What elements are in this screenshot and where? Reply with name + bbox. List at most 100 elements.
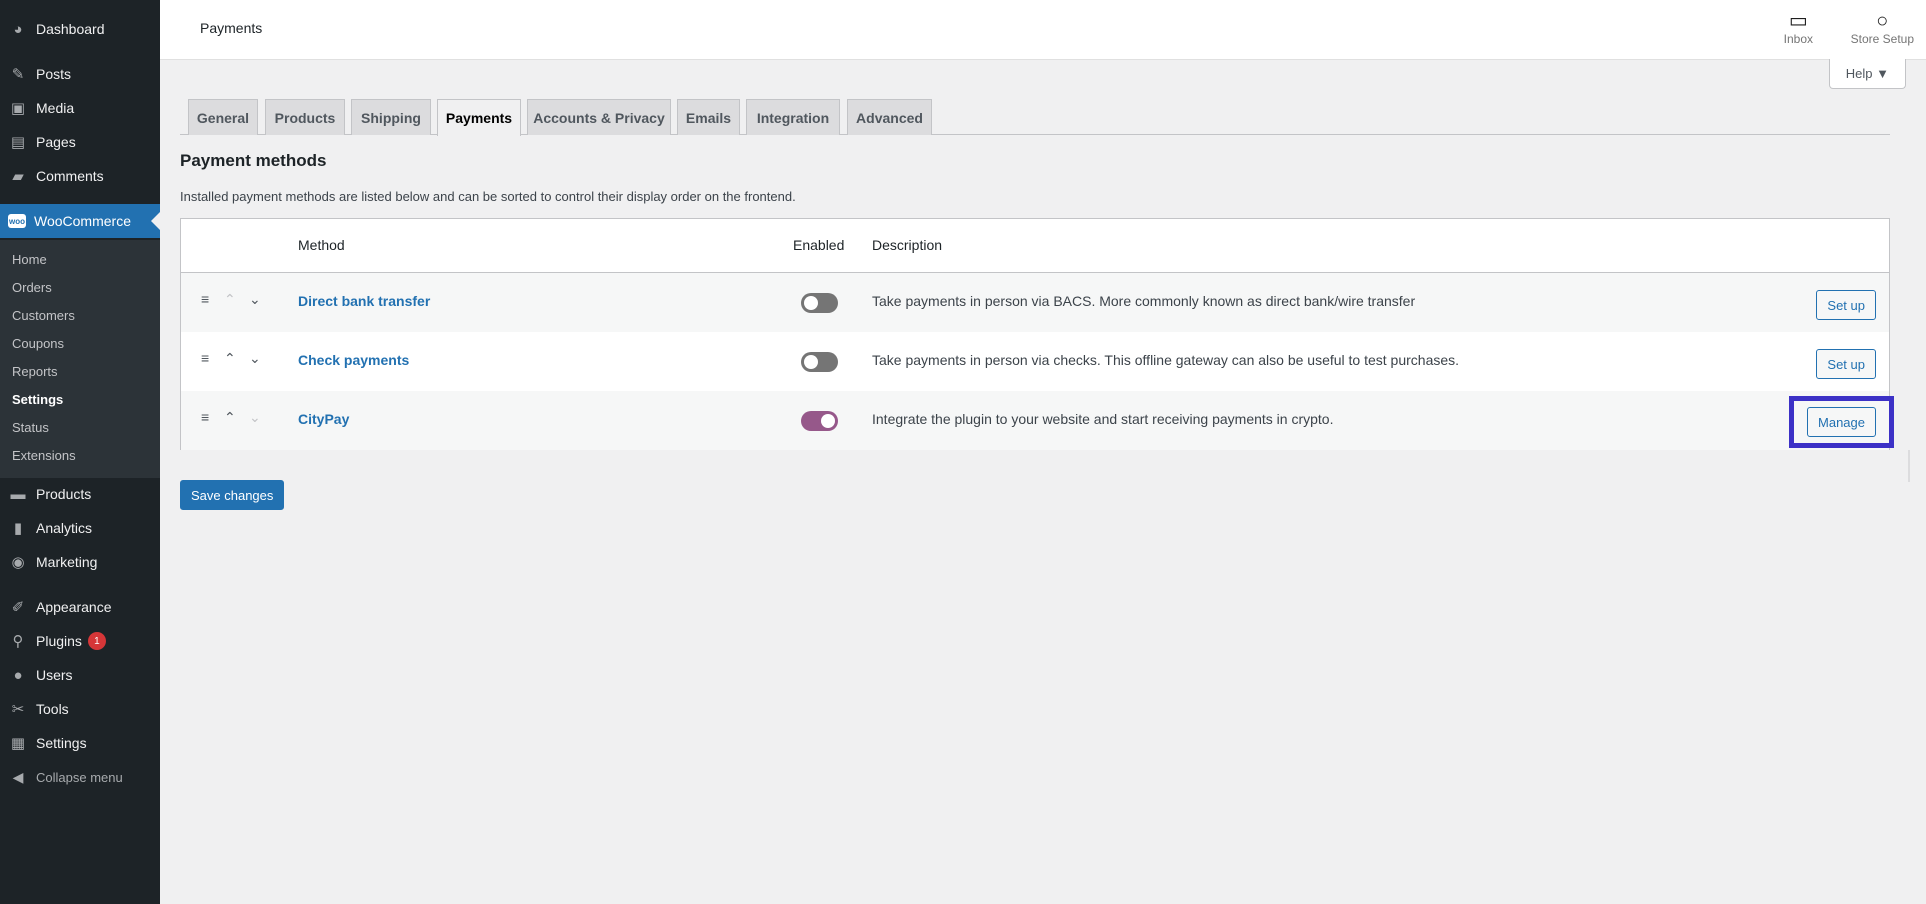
inbox-button[interactable]: ▭ Inbox (1784, 10, 1813, 46)
sidebar-item-label: Analytics (36, 520, 93, 536)
marketing-icon: ◉ (11, 554, 25, 571)
tab-general[interactable]: General (188, 99, 258, 135)
woocommerce-header: Payments ▭ Inbox ○ Store Setup (160, 0, 1926, 60)
users-icon: ● (13, 666, 23, 684)
move-up-icon[interactable]: ⌃ (224, 350, 236, 367)
sidebar-item-products[interactable]: ▬ Products (0, 477, 160, 511)
media-icon: ▣ (10, 100, 26, 117)
set-up-button[interactable]: Set up (1816, 290, 1876, 320)
sidebar-item-label: Dashboard (36, 21, 105, 37)
submenu-item-reports[interactable]: Reports (12, 360, 58, 382)
pin-icon: ✎ (11, 66, 25, 83)
settings-icon: ▦ (10, 735, 26, 752)
manage-button[interactable]: Manage (1807, 407, 1876, 437)
sidebar-item-tools[interactable]: ✂ Tools (0, 692, 160, 726)
sidebar-item-label: Products (36, 486, 92, 502)
sidebar-item-label: Marketing (36, 554, 98, 570)
collapse-menu-button[interactable]: ◀ Collapse menu (0, 760, 160, 794)
sidebar-item-marketing[interactable]: ◉ Marketing (0, 545, 160, 579)
method-description: Take payments in person via checks. This… (872, 352, 1460, 368)
help-button[interactable]: Help ▼ (1828, 59, 1906, 89)
method-description: Take payments in person via BACS. More c… (872, 293, 1416, 309)
sidebar-item-appearance[interactable]: ✐ Appearance (0, 590, 160, 624)
move-up-icon[interactable]: ⌃ (224, 409, 236, 426)
drag-handle-icon[interactable]: ≡ (201, 409, 209, 425)
submenu-item-home[interactable]: Home (12, 248, 47, 270)
section-title: Payment methods (180, 151, 327, 170)
sidebar-item-label: Posts (36, 66, 72, 82)
collapse-icon: ◀ (12, 768, 24, 785)
sidebar-item-woocommerce[interactable]: woo WooCommerce (0, 204, 160, 238)
enabled-toggle[interactable] (801, 411, 838, 431)
column-header-description: Description (872, 237, 943, 253)
sidebar-item-plugins[interactable]: ⚲ Plugins 1 (0, 624, 160, 658)
woo-icon: woo (8, 214, 26, 228)
move-down-icon[interactable]: ⌄ (249, 291, 261, 308)
enabled-toggle[interactable] (801, 293, 838, 313)
sidebar-item-pages[interactable]: ▤ Pages (0, 125, 160, 159)
sidebar-item-label: Settings (36, 735, 87, 751)
submenu-item-extensions[interactable]: Extensions (12, 444, 76, 466)
woocommerce-submenu: Home Orders Customers Coupons Reports Se… (0, 240, 160, 478)
tools-icon: ✂ (11, 701, 25, 718)
table-row: ≡ ⌃ ⌄ CityPay Integrate the plugin to yo… (181, 391, 1894, 450)
inbox-icon: ▭ (1788, 10, 1808, 32)
sidebar-item-label: Comments (36, 168, 104, 184)
set-up-button[interactable]: Set up (1816, 349, 1876, 379)
plugins-icon: ⚲ (12, 633, 24, 650)
section-description: Installed payment methods are listed bel… (180, 189, 796, 204)
sidebar-item-label: Plugins (36, 633, 82, 649)
tab-emails[interactable]: Emails (677, 99, 740, 135)
move-down-icon: ⌄ (249, 409, 261, 425)
scrollbar[interactable] (1908, 450, 1910, 482)
table-row: ≡ ⌃ ⌄ Direct bank transfer Take payments… (181, 273, 1889, 332)
dashboard-icon: ◕ (13, 20, 23, 38)
sidebar-item-settings[interactable]: ▦ Settings (0, 726, 160, 760)
save-changes-button[interactable]: Save changes (180, 480, 285, 510)
store-setup-button[interactable]: ○ Store Setup (1851, 10, 1914, 46)
table-row: ≡ ⌃ ⌄ Check payments Take payments in pe… (181, 332, 1889, 391)
collapse-menu-label: Collapse menu (36, 769, 123, 785)
toggle-knob (821, 414, 835, 428)
tab-products[interactable]: Products (265, 99, 345, 135)
submenu-item-coupons[interactable]: Coupons (12, 332, 64, 354)
tab-payments[interactable]: Payments (437, 99, 521, 136)
submenu-item-status[interactable]: Status (12, 416, 49, 438)
sidebar-item-users[interactable]: ● Users (0, 658, 160, 692)
comments-icon: ▰ (12, 168, 24, 185)
inbox-label: Inbox (1783, 32, 1813, 46)
drag-handle-icon[interactable]: ≡ (201, 350, 209, 366)
toggle-knob (804, 355, 818, 369)
move-up-icon: ⌃ (224, 291, 236, 307)
store-setup-icon: ○ (1876, 10, 1889, 32)
table-header: Method Enabled Description (181, 219, 1889, 273)
payment-methods-table: Method Enabled Description ≡ ⌃ ⌄ Direct … (180, 218, 1894, 450)
enabled-toggle[interactable] (801, 352, 838, 372)
sidebar-item-label: Media (36, 100, 75, 116)
store-setup-label: Store Setup (1850, 32, 1914, 46)
sidebar-item-dashboard[interactable]: ◕ Dashboard (0, 12, 160, 46)
method-name-link[interactable]: Check payments (298, 352, 409, 368)
submenu-item-customers[interactable]: Customers (12, 304, 75, 326)
products-icon: ▬ (10, 485, 26, 503)
submenu-item-orders[interactable]: Orders (12, 276, 52, 298)
submenu-item-settings[interactable]: Settings (12, 388, 63, 410)
sidebar-item-analytics[interactable]: ▮ Analytics (0, 511, 160, 545)
sidebar-item-label: Pages (36, 134, 76, 150)
tab-shipping[interactable]: Shipping (351, 99, 431, 135)
sidebar-item-comments[interactable]: ▰ Comments (0, 159, 160, 193)
tab-advanced[interactable]: Advanced (847, 99, 932, 135)
tab-integration[interactable]: Integration (746, 99, 840, 135)
method-name-link[interactable]: Direct bank transfer (298, 293, 430, 309)
sidebar-item-media[interactable]: ▣ Media (0, 91, 160, 125)
sidebar-item-posts[interactable]: ✎ Posts (0, 57, 160, 91)
sidebar-item-label: WooCommerce (34, 213, 131, 229)
analytics-icon: ▮ (13, 520, 23, 537)
move-down-icon[interactable]: ⌄ (249, 350, 261, 367)
tab-accounts-privacy[interactable]: Accounts & Privacy (527, 99, 671, 135)
drag-handle-icon[interactable]: ≡ (201, 291, 209, 307)
method-name-link[interactable]: CityPay (298, 411, 349, 427)
page-title: Payments (200, 20, 263, 36)
settings-tabs: General Products Shipping Payments Accou… (180, 99, 1890, 136)
sidebar-item-label: Tools (36, 701, 69, 717)
